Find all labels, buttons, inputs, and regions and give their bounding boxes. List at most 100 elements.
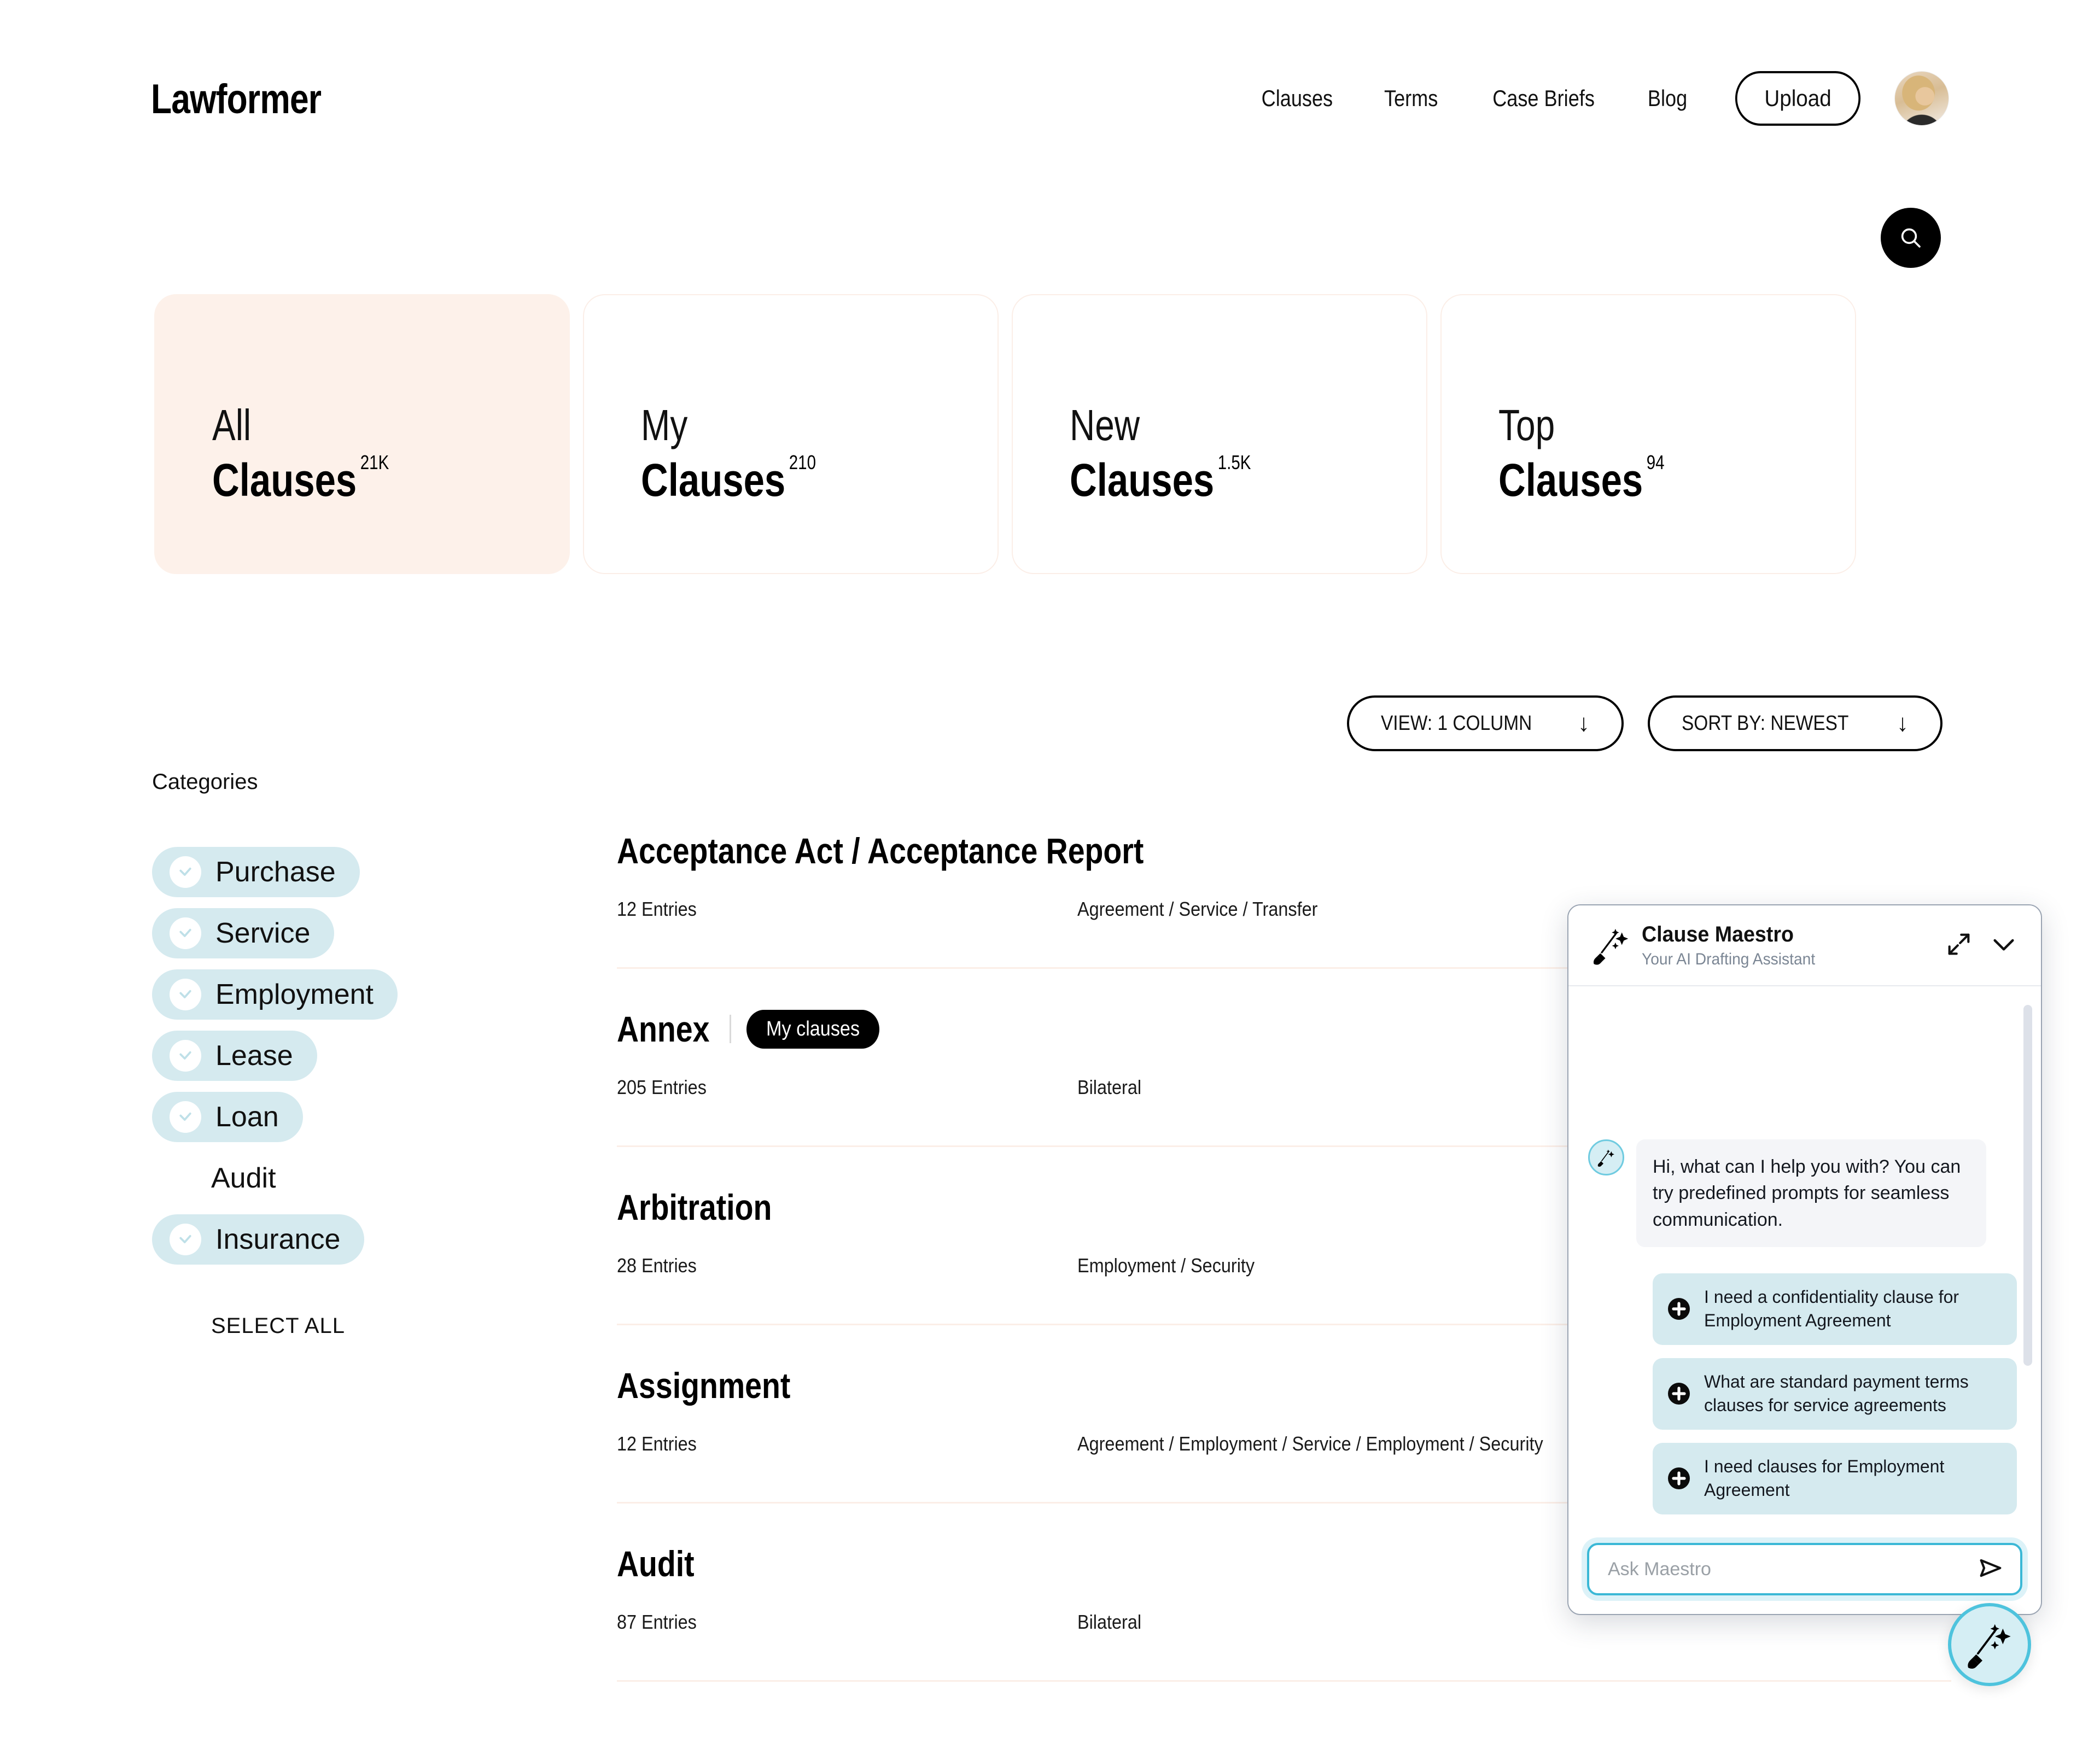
maestro-wand-icon <box>1968 1624 2011 1669</box>
select-all-button[interactable]: SELECT ALL <box>211 1314 345 1338</box>
clause-entries: 12 Entries <box>617 898 697 920</box>
check-circle-icon <box>170 1040 201 1072</box>
check-circle-icon <box>170 979 201 1010</box>
view-selector-label: VIEW: 1 COLUMN <box>1381 711 1532 735</box>
upload-button[interactable]: Upload <box>1735 71 1861 126</box>
arrow-down-icon: ↓ <box>1577 710 1590 736</box>
check-circle-icon <box>170 1101 201 1133</box>
clause-entries: 28 Entries <box>617 1254 697 1277</box>
sidebar-item-label: Audit <box>211 1162 276 1194</box>
clause-title[interactable]: Acceptance Act / Acceptance Report <box>617 830 1144 872</box>
chevron-down-icon[interactable] <box>1988 929 2019 962</box>
sidebar-item-audit[interactable]: Audit <box>152 1153 300 1203</box>
site-header: Lawformer Clauses Terms Case Briefs Blog… <box>0 0 2100 164</box>
chat-input-wrapper[interactable] <box>1587 1543 2022 1595</box>
chat-suggestions: I need a confidentiality clause for Empl… <box>1588 1273 2017 1514</box>
chat-scrollbar[interactable] <box>2023 1005 2032 1366</box>
nav-item-terms[interactable]: Terms <box>1367 85 1456 112</box>
chat-subtitle: Your AI Drafting Assistant <box>1642 950 1816 968</box>
main-nav: Clauses Terms Case Briefs Blog Upload <box>1235 71 1949 126</box>
card-my-label: Clauses <box>641 454 786 506</box>
sidebar-item-service[interactable]: Service <box>152 908 335 958</box>
chat-widget: Clause Maestro Your AI Drafting Assistan… <box>1567 904 2042 1615</box>
suggestion-text: What are standard payment terms clauses … <box>1704 1371 1969 1416</box>
suggestion-text: I need a confidentiality clause for Empl… <box>1704 1286 1959 1331</box>
card-new-label: Clauses <box>1070 454 1215 506</box>
search-button[interactable] <box>1881 208 1941 268</box>
clause-entries: 12 Entries <box>617 1432 697 1455</box>
clause-entries: 205 Entries <box>617 1076 707 1098</box>
card-all-label: Clauses <box>212 454 357 506</box>
maestro-wand-icon <box>1593 928 1629 965</box>
list-controls: VIEW: 1 COLUMN ↓ SORT BY: NEWEST ↓ <box>1347 695 1942 751</box>
nav-item-case-briefs[interactable]: Case Briefs <box>1474 85 1612 112</box>
categories-list: Purchase Service Employment Lease Loan A… <box>152 847 600 1265</box>
send-icon[interactable] <box>1976 1554 2005 1585</box>
divider <box>729 1015 731 1043</box>
card-top-count: 94 <box>1646 451 1665 473</box>
clause-title[interactable]: Annex <box>617 1008 709 1050</box>
chat-input[interactable] <box>1608 1558 1976 1580</box>
plus-circle-icon <box>1668 1298 1690 1320</box>
sidebar-item-employment[interactable]: Employment <box>152 969 398 1020</box>
view-selector[interactable]: VIEW: 1 COLUMN ↓ <box>1347 695 1624 751</box>
arrow-down-icon: ↓ <box>1897 710 1909 736</box>
card-top-clauses[interactable]: Top Clauses 94 <box>1440 294 1856 574</box>
card-my-clauses[interactable]: My Clauses 210 <box>583 294 999 574</box>
suggestion-chip[interactable]: I need a confidentiality clause for Empl… <box>1653 1273 2017 1345</box>
chat-body: Hi, what can I help you with? You can tr… <box>1568 986 2041 1528</box>
plus-circle-icon <box>1668 1467 1690 1490</box>
check-circle-icon <box>170 917 201 949</box>
sidebar-item-label: Employment <box>215 979 374 1010</box>
card-my-count: 210 <box>789 451 816 473</box>
expand-icon[interactable] <box>1945 930 1973 961</box>
clause-summary-cards: All Clauses 21K My Clauses 210 New Claus… <box>154 294 1856 574</box>
card-new-count: 1.5K <box>1217 451 1251 473</box>
nav-item-blog[interactable]: Blog <box>1630 85 1705 112</box>
maestro-wand-icon <box>1588 1139 1624 1175</box>
card-new-clauses[interactable]: New Clauses 1.5K <box>1012 294 1427 574</box>
card-all-clauses[interactable]: All Clauses 21K <box>154 294 570 574</box>
card-top-line2: Clauses 94 <box>1498 453 1665 506</box>
card-all-line2: Clauses 21K <box>212 453 389 506</box>
avatar[interactable] <box>1894 71 1949 126</box>
card-new-line2: Clauses 1.5K <box>1070 453 1251 506</box>
clause-tags: Agreement / Employment / Service / Emplo… <box>1077 1432 1543 1455</box>
chat-message-text: Hi, what can I help you with? You can tr… <box>1636 1139 1986 1247</box>
sidebar-item-label: Insurance <box>215 1224 341 1255</box>
card-top-label: Clauses <box>1498 454 1643 506</box>
maestro-fab-button[interactable] <box>1948 1603 2031 1686</box>
sort-selector[interactable]: SORT BY: NEWEST ↓ <box>1647 695 1942 751</box>
sidebar-item-loan[interactable]: Loan <box>152 1092 303 1142</box>
check-circle-icon <box>170 856 201 888</box>
clause-title[interactable]: Assignment <box>617 1365 790 1406</box>
suggestion-chip[interactable]: I need clauses for Employment Agreement <box>1653 1442 2017 1514</box>
chat-header: Clause Maestro Your AI Drafting Assistan… <box>1568 905 2041 986</box>
nav-item-clauses[interactable]: Clauses <box>1244 85 1351 112</box>
search-icon <box>1901 228 1921 248</box>
clause-title[interactable]: Arbitration <box>617 1186 772 1228</box>
divider <box>617 1680 1951 1682</box>
page-root: Lawformer Clauses Terms Case Briefs Blog… <box>0 0 2100 1743</box>
logo[interactable]: Lawformer <box>151 75 322 123</box>
sidebar-item-label: Purchase <box>215 856 336 888</box>
status-badge: My clauses <box>746 1009 879 1049</box>
chat-title: Clause Maestro <box>1642 922 1794 946</box>
clause-tags: Bilateral <box>1077 1611 1142 1633</box>
clause-title[interactable]: Audit <box>617 1543 695 1584</box>
sidebar-item-insurance[interactable]: Insurance <box>152 1214 365 1265</box>
sidebar-item-label: Service <box>215 917 311 949</box>
sidebar-item-label: Lease <box>215 1040 293 1072</box>
clause-tags: Agreement / Service / Transfer <box>1077 898 1318 920</box>
clause-tags: Employment / Security <box>1077 1254 1255 1277</box>
sidebar-item-lease[interactable]: Lease <box>152 1031 317 1081</box>
sidebar-item-purchase[interactable]: Purchase <box>152 847 360 897</box>
sidebar-item-label: Loan <box>215 1101 279 1133</box>
card-top-line1: Top <box>1498 401 1555 449</box>
clause-tags: Bilateral <box>1077 1076 1142 1098</box>
sort-selector-label: SORT BY: NEWEST <box>1681 711 1849 735</box>
clause-entries: 87 Entries <box>617 1611 697 1633</box>
chat-footer <box>1568 1528 2041 1614</box>
suggestion-chip[interactable]: What are standard payment terms clauses … <box>1653 1358 2017 1430</box>
card-my-line2: Clauses 210 <box>641 453 816 506</box>
